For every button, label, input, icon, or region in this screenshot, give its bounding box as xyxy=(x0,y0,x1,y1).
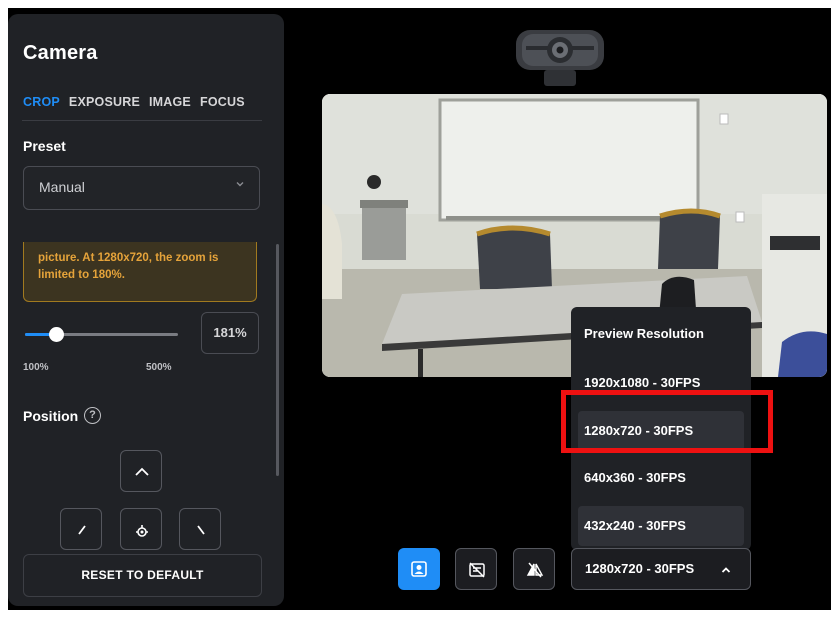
zoom-warning-message: picture. At 1280x720, the zoom is limite… xyxy=(23,242,257,302)
arrow-down-left-icon xyxy=(78,525,86,535)
webcam-image xyxy=(516,30,604,86)
tab-image[interactable]: IMAGE xyxy=(149,95,191,109)
portrait-icon xyxy=(411,561,427,577)
panel-title: Camera xyxy=(23,42,98,64)
zoom-value-field[interactable]: 181% xyxy=(201,312,259,354)
preset-dropdown[interactable]: Manual xyxy=(23,166,260,210)
resolution-select-value: 1280x720 - 30FPS xyxy=(585,561,695,576)
chevron-down-icon xyxy=(235,179,245,192)
center-button[interactable] xyxy=(120,508,162,550)
arrow-down-right-icon xyxy=(197,525,205,535)
pan-up-button[interactable] xyxy=(120,450,162,492)
preset-label: Preset xyxy=(23,138,66,154)
reset-to-default-button[interactable]: RESET TO DEFAULT xyxy=(23,554,262,597)
resolution-option-360p[interactable]: 640x360 - 30FPS xyxy=(578,458,744,498)
tabs-divider xyxy=(22,120,262,121)
hide-overlay-icon xyxy=(469,562,485,578)
chevron-up-icon xyxy=(135,467,149,476)
settings-tabs: CROP EXPOSURE IMAGE FOCUS xyxy=(23,95,245,109)
pan-down-left-button[interactable] xyxy=(60,508,102,550)
zoom-min-label: 100% xyxy=(23,362,49,373)
tab-crop[interactable]: CROP xyxy=(23,95,60,109)
camera-settings-panel: Camera CROP EXPOSURE IMAGE FOCUS Preset … xyxy=(8,14,284,606)
resolution-option-240p[interactable]: 432x240 - 30FPS xyxy=(578,506,744,546)
camera-settings-window: Camera CROP EXPOSURE IMAGE FOCUS Preset … xyxy=(8,8,831,610)
menu-title: Preview Resolution xyxy=(584,326,704,341)
pan-down-right-button[interactable] xyxy=(179,508,221,550)
hide-overlay-button[interactable] xyxy=(455,548,497,590)
zoom-slider-thumb[interactable] xyxy=(48,327,64,342)
tab-exposure[interactable]: EXPOSURE xyxy=(69,95,140,109)
highlight-annotation xyxy=(561,390,773,453)
mirror-flip-button[interactable] xyxy=(513,548,555,590)
mirror-flip-icon xyxy=(526,562,544,578)
panel-scrollbar[interactable] xyxy=(276,244,279,476)
tab-focus[interactable]: FOCUS xyxy=(200,95,245,109)
help-icon[interactable]: ? xyxy=(84,407,101,424)
crosshair-icon xyxy=(136,525,148,537)
zoom-slider[interactable] xyxy=(25,327,178,342)
zoom-max-label: 500% xyxy=(146,362,172,373)
preset-value: Manual xyxy=(39,179,85,195)
position-label: Position xyxy=(23,408,79,424)
chevron-up-icon xyxy=(720,563,732,581)
resolution-select[interactable]: 1280x720 - 30FPS xyxy=(571,548,751,590)
portrait-mode-button[interactable] xyxy=(398,548,440,590)
